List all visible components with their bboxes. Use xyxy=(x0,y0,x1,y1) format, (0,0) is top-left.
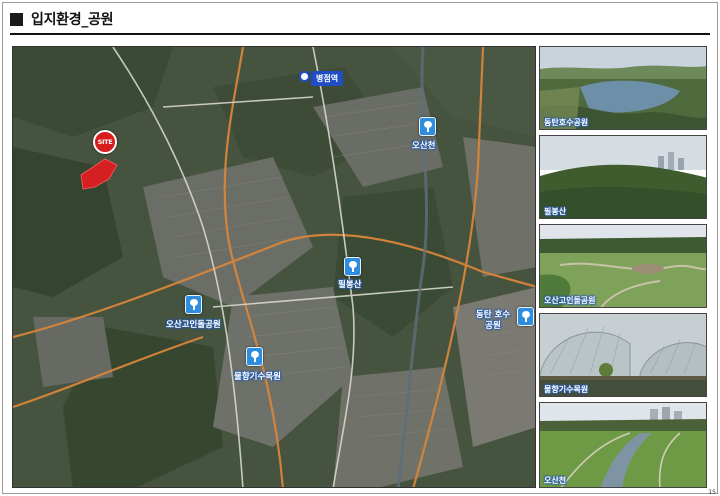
park-label-goindol: 오산고인돌공원 xyxy=(166,320,221,330)
park-pin-icon[interactable] xyxy=(246,347,263,366)
satellite-map[interactable]: 병점역 SITE 오산천 필봉산 오산고인돌공원 물향기수목원 동탄 호수공원 xyxy=(12,46,536,488)
photo-caption: 오산고인돌공원 xyxy=(544,296,596,305)
section-header: 입지환경_공원 xyxy=(10,8,113,30)
park-label-mulhyanggi: 물향기수목원 xyxy=(234,372,281,382)
page-title: 입지환경_공원 xyxy=(31,12,114,28)
header-divider xyxy=(10,33,710,35)
park-pin-icon[interactable] xyxy=(419,117,436,136)
header-bullet-icon xyxy=(10,12,23,26)
photo-osancheon: 오산천 xyxy=(539,402,707,488)
photo-caption: 동탄호수공원 xyxy=(544,118,589,127)
station-label: 병점역 xyxy=(311,71,344,86)
park-label-osancheon: 오산천 xyxy=(412,141,436,151)
photo-mulhyanggi-arboretum: 물향기수목원 xyxy=(539,313,707,397)
park-photo-column: 동탄호수공원 필봉산 오산고인돌공원 물향기수목원 오산천 xyxy=(539,46,709,488)
photo-caption: 물향기수목원 xyxy=(544,385,589,394)
photo-dongtan-lake-park: 동탄호수공원 xyxy=(539,46,707,130)
photo-caption: 오산천 xyxy=(544,476,567,485)
park-pin-icon[interactable] xyxy=(517,307,534,326)
site-marker-icon[interactable]: SITE xyxy=(93,130,117,154)
page-number: 15 xyxy=(708,489,716,496)
map-background xyxy=(13,47,535,487)
park-label-dongtan-lake: 동탄 호수공원 xyxy=(475,310,511,331)
park-pin-icon[interactable] xyxy=(344,257,361,276)
photo-osan-goindol-park: 오산고인돌공원 xyxy=(539,224,707,308)
site-marker-label: SITE xyxy=(97,138,113,146)
station-dot-icon xyxy=(299,71,310,82)
photo-caption: 필봉산 xyxy=(544,207,567,216)
park-pin-icon[interactable] xyxy=(185,295,202,314)
photo-pilbongsan: 필봉산 xyxy=(539,135,707,219)
park-label-pilbongsan: 필봉산 xyxy=(338,280,362,290)
